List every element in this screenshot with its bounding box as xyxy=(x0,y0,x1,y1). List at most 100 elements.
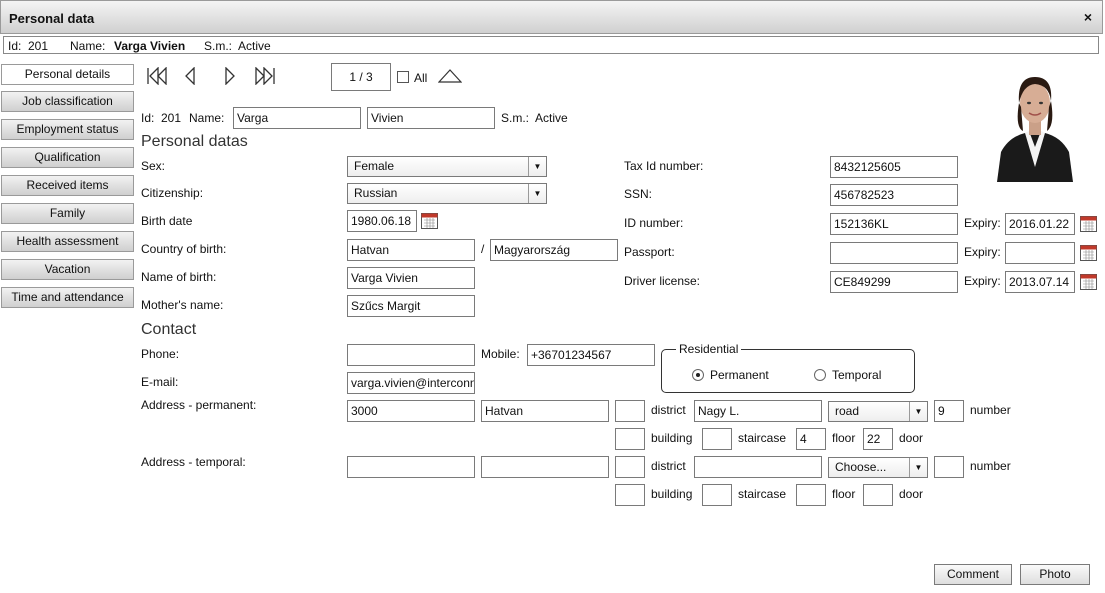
collapse-up-icon[interactable] xyxy=(438,68,462,84)
first-name-field[interactable]: Vivien xyxy=(367,107,495,129)
passport-expiry-label: Expiry: xyxy=(964,245,1001,259)
perm-street-type-select[interactable]: road ▼ xyxy=(828,401,928,422)
temp-zip-field[interactable] xyxy=(347,456,475,478)
perm-building-label: building xyxy=(651,431,693,445)
temp-city-field[interactable] xyxy=(481,456,609,478)
last-name-field[interactable]: Varga xyxy=(233,107,361,129)
temp-district-field[interactable] xyxy=(615,456,645,478)
residential-legend: Residential xyxy=(676,342,742,356)
phone-field[interactable] xyxy=(347,344,475,366)
temporal-radio-label: Temporal xyxy=(832,368,882,382)
temp-street-field[interactable] xyxy=(694,456,822,478)
permanent-radio[interactable] xyxy=(692,369,704,381)
summary-name-label: Name: xyxy=(70,39,106,53)
comment-button[interactable]: Comment xyxy=(934,564,1012,585)
chevron-down-icon: ▼ xyxy=(528,157,546,176)
sex-select[interactable]: Female ▼ xyxy=(347,156,547,177)
next-record-icon[interactable] xyxy=(224,67,236,85)
perm-door-field[interactable]: 22 xyxy=(863,428,893,450)
personal-data-window: Personal data × Id: 201 Name: Varga Vivi… xyxy=(0,0,1105,593)
passport-field[interactable] xyxy=(830,242,958,264)
perm-district-field[interactable] xyxy=(615,400,645,422)
all-label: All xyxy=(414,71,428,85)
first-record-icon[interactable] xyxy=(146,67,168,85)
tab-vacation[interactable]: Vacation xyxy=(1,259,134,280)
id-number-field[interactable]: 152136KL xyxy=(830,213,958,235)
address-permanent-label: Address - permanent: xyxy=(141,398,257,412)
window-title: Personal data xyxy=(9,11,95,26)
tab-employment-status[interactable]: Employment status xyxy=(1,119,134,140)
driver-license-field[interactable]: CE849299 xyxy=(830,271,958,293)
email-label: E-mail: xyxy=(141,375,179,389)
name-of-birth-field[interactable]: Varga Vivien xyxy=(347,267,475,289)
id-expiry-label: Expiry: xyxy=(964,216,1001,230)
permanent-radio-label: Permanent xyxy=(710,368,769,382)
country-of-birth-field[interactable]: Magyarország xyxy=(490,239,618,261)
ssn-field[interactable]: 456782523 xyxy=(830,184,958,206)
id-expiry-field[interactable]: 2016.01.22 xyxy=(1005,213,1075,235)
contact-heading: Contact xyxy=(141,321,197,338)
previous-record-icon[interactable] xyxy=(184,67,196,85)
perm-floor-label: floor xyxy=(832,431,856,445)
temp-street-type-select[interactable]: Choose... ▼ xyxy=(828,457,928,478)
temp-building-label: building xyxy=(651,487,693,501)
perm-street-type-value: road xyxy=(835,404,860,418)
calendar-icon[interactable] xyxy=(1080,244,1097,261)
temp-door-field[interactable] xyxy=(863,484,893,506)
summary-id-label: Id: xyxy=(8,39,22,53)
perm-staircase-field[interactable] xyxy=(702,428,732,450)
tax-id-field[interactable]: 8432125605 xyxy=(830,156,958,178)
tab-job-classification[interactable]: Job classification xyxy=(1,91,134,112)
calendar-icon[interactable] xyxy=(1080,273,1097,290)
tab-family[interactable]: Family xyxy=(1,203,134,224)
summary-sm-label: S.m.: xyxy=(204,39,233,53)
perm-number-field[interactable]: 9 xyxy=(934,400,964,422)
ssn-label: SSN: xyxy=(624,187,653,201)
last-record-icon[interactable] xyxy=(254,67,276,85)
birth-date-field[interactable]: 1980.06.18 xyxy=(347,210,417,232)
tab-received-items[interactable]: Received items xyxy=(1,175,134,196)
citizenship-label: Citizenship: xyxy=(141,186,204,200)
perm-zip-field[interactable]: 3000 xyxy=(347,400,475,422)
temporal-radio[interactable] xyxy=(814,369,826,381)
temp-floor-label: floor xyxy=(832,487,856,501)
calendar-icon[interactable] xyxy=(421,212,438,229)
name-of-birth-label: Name of birth: xyxy=(141,270,217,284)
perm-floor-field[interactable]: 4 xyxy=(796,428,826,450)
city-of-birth-field[interactable]: Hatvan xyxy=(347,239,475,261)
temp-staircase-field[interactable] xyxy=(702,484,732,506)
chevron-down-icon: ▼ xyxy=(909,458,927,477)
driver-expiry-field[interactable]: 2013.07.14 xyxy=(1005,271,1075,293)
address-temporal-label: Address - temporal: xyxy=(141,455,246,469)
passport-expiry-field[interactable] xyxy=(1005,242,1075,264)
id-number-label: ID number: xyxy=(624,216,684,230)
perm-street-field[interactable]: Nagy L. xyxy=(694,400,822,422)
temp-floor-field[interactable] xyxy=(796,484,826,506)
mothers-name-label: Mother's name: xyxy=(141,298,224,312)
tab-personal-details[interactable]: Personal details xyxy=(1,64,134,85)
all-checkbox[interactable] xyxy=(397,71,409,83)
temp-building-field[interactable] xyxy=(615,484,645,506)
temp-number-field[interactable] xyxy=(934,456,964,478)
tab-qualification[interactable]: Qualification xyxy=(1,147,134,168)
title-bar: Personal data × xyxy=(0,0,1103,34)
email-field[interactable]: varga.vivien@interconn xyxy=(347,372,475,394)
record-sm-label: S.m.: xyxy=(501,111,530,125)
perm-building-field[interactable] xyxy=(615,428,645,450)
perm-staircase-label: staircase xyxy=(738,431,787,445)
photo-button[interactable]: Photo xyxy=(1020,564,1090,585)
personal-datas-heading: Personal datas xyxy=(141,133,248,150)
chevron-down-icon: ▼ xyxy=(528,184,546,203)
mobile-field[interactable]: +36701234567 xyxy=(527,344,655,366)
citizenship-select[interactable]: Russian ▼ xyxy=(347,183,547,204)
perm-city-field[interactable]: Hatvan xyxy=(481,400,609,422)
tab-health-assessment[interactable]: Health assessment xyxy=(1,231,134,252)
close-icon[interactable]: × xyxy=(1084,9,1092,25)
tab-time-and-attendance[interactable]: Time and attendance xyxy=(1,287,134,308)
sex-value: Female xyxy=(354,159,395,173)
summary-name: Varga Vivien xyxy=(114,39,186,53)
record-counter: 1 / 3 xyxy=(331,63,391,91)
mothers-name-field[interactable]: Szűcs Margit xyxy=(347,295,475,317)
summary-sm: Active xyxy=(238,39,271,53)
calendar-icon[interactable] xyxy=(1080,215,1097,232)
